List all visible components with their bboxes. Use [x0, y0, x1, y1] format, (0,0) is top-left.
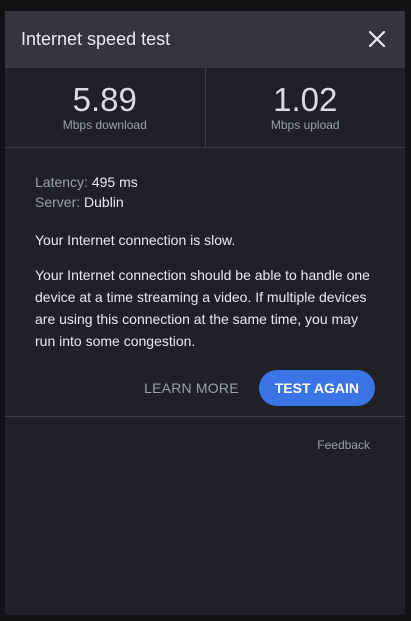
latency-key: Latency: — [35, 174, 88, 190]
download-value: 5.89 — [72, 81, 137, 118]
latency-row: Latency: 495 ms — [35, 172, 375, 192]
download-label: Mbps download — [62, 118, 147, 132]
speed-test-panel: Internet speed test 5.89 Mbps download 1… — [5, 11, 405, 615]
latency-value: 495 ms — [91, 174, 138, 190]
speed-results: 5.89 Mbps download 1.02 Mbps upload — [5, 68, 405, 148]
upload-value: 1.02 — [273, 81, 338, 118]
footer-divider — [5, 416, 405, 417]
close-icon[interactable] — [365, 27, 389, 51]
action-row: LEARN MORE TEST AGAIN — [35, 370, 375, 406]
test-again-button[interactable]: TEST AGAIN — [258, 370, 375, 406]
learn-more-link[interactable]: LEARN MORE — [144, 380, 239, 396]
upload-metric: 1.02 Mbps upload — [204, 68, 406, 147]
window-frame: Internet speed test 5.89 Mbps download 1… — [0, 0, 411, 621]
feedback-link[interactable]: Feedback — [317, 438, 370, 452]
results-body: Latency: 495 ms Server: Dublin Your Inte… — [5, 148, 405, 406]
server-key: Server: — [35, 194, 81, 210]
upload-label: Mbps upload — [270, 118, 340, 132]
server-row: Server: Dublin — [35, 192, 375, 212]
status-headline: Your Internet connection is slow. — [35, 232, 236, 248]
panel-title: Internet speed test — [21, 29, 171, 49]
status-description: Your Internet connection should be able … — [35, 267, 370, 349]
panel-header: Internet speed test — [5, 11, 405, 68]
download-metric: 5.89 Mbps download — [5, 68, 205, 147]
server-value: Dublin — [84, 194, 124, 210]
